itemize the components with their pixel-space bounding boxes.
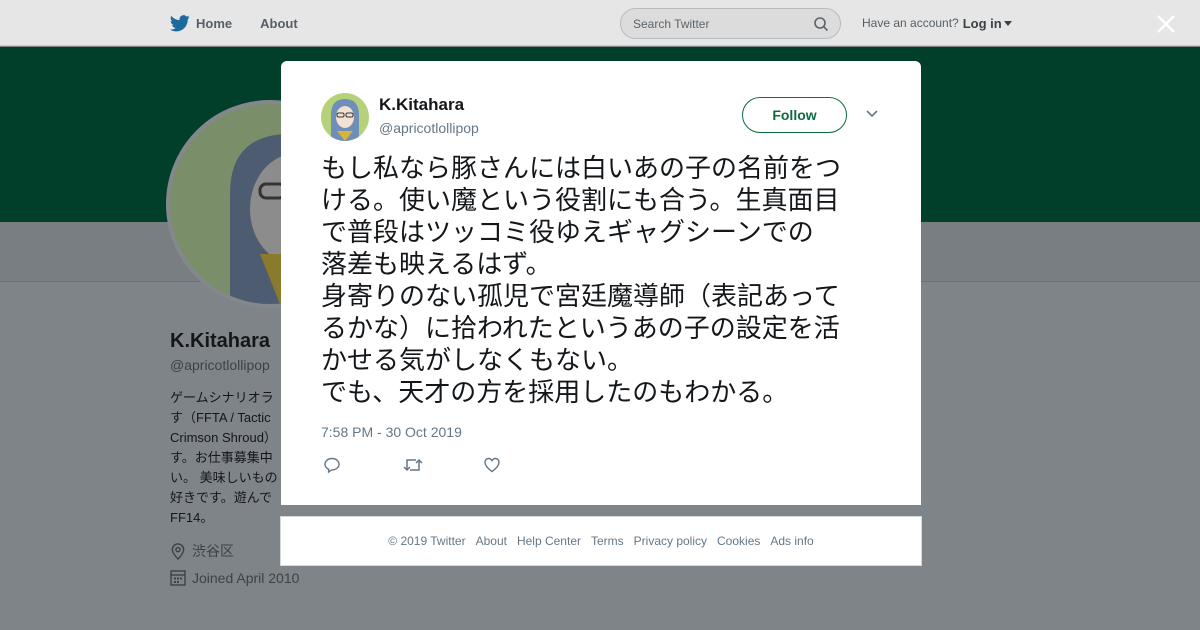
chevron-down-icon[interactable] (865, 109, 879, 119)
tweet-text-line: かせる気がしなくもない。 (321, 346, 634, 376)
have-account-text: Have an account? (862, 16, 959, 30)
search-icon[interactable] (813, 16, 829, 32)
tweet-text-line: るかな）に拾われたというあの子の設定を活 (321, 314, 840, 344)
modal-footer: © 2019 Twitter About Help Center Terms P… (280, 516, 922, 566)
bio-line: す（FFTA / Tactic (170, 410, 271, 425)
bio-line: 好きです。遊んで (170, 490, 273, 505)
footer-link-ads-info[interactable]: Ads info (770, 534, 813, 548)
bio-line: Crimson Shroud） (170, 430, 277, 445)
profile-handle[interactable]: @apricotlollipop (170, 357, 270, 373)
follow-button[interactable]: Follow (742, 97, 847, 133)
calendar-icon (170, 570, 186, 586)
tweet-text-line: ける。使い魔という役割にも合う。生真面目 (321, 186, 840, 216)
tweet-text-line: 身寄りのない孤児で宮廷魔導師（表記あって (321, 282, 840, 312)
bio-line: い。 美味しいもの (170, 470, 278, 485)
location-text: 渋谷区 (192, 543, 234, 559)
footer-copyright: © 2019 Twitter (388, 534, 466, 548)
tweet-timestamp[interactable]: 7:58 PM - 30 Oct 2019 (321, 424, 462, 440)
twitter-bird-icon (170, 14, 190, 31)
footer-link-privacy[interactable]: Privacy policy (634, 534, 707, 548)
location-pin-icon (171, 542, 185, 560)
tweet-text-line: で普段はツッコミ役ゆえギャグシーンでの (321, 218, 814, 248)
bio-line: FF14。 (170, 510, 214, 525)
tweet-actions (323, 456, 563, 476)
bio-line: ゲームシナリオラ (170, 390, 274, 405)
footer-link-cookies[interactable]: Cookies (717, 534, 760, 548)
tweet-text-line: もし私なら豚さんには白いあの子の名前をつ (321, 154, 842, 184)
close-icon[interactable] (1156, 14, 1176, 34)
tweet-author-name[interactable]: K.Kitahara (379, 95, 464, 115)
tweet-author-handle[interactable]: @apricotlollipop (379, 120, 479, 136)
like-button[interactable] (483, 456, 563, 476)
joined-text: Joined April 2010 (192, 569, 300, 586)
nav-about[interactable]: About (260, 16, 298, 31)
nav-home[interactable]: Home (170, 14, 233, 32)
top-navigation-bar: Home About Search Twitter Have an accoun… (0, 0, 1200, 46)
heart-icon (484, 457, 500, 473)
retweet-icon (403, 458, 423, 472)
search-input[interactable]: Search Twitter (620, 8, 841, 39)
nav-left: Home About (170, 0, 326, 46)
profile-name[interactable]: K.Kitahara (170, 330, 270, 353)
tweet-author-avatar[interactable] (321, 93, 369, 141)
reply-icon (324, 457, 340, 474)
footer-link-about[interactable]: About (476, 534, 507, 548)
profile-location: 渋谷区 (170, 541, 234, 561)
about-label: About (260, 15, 298, 31)
tweet-text-line: でも、天才の方を採用したのもわかる。 (321, 378, 789, 408)
retweet-button[interactable] (403, 456, 483, 476)
reply-button[interactable] (323, 456, 403, 476)
login-link[interactable]: Log in (963, 16, 1002, 31)
profile-joined: Joined April 2010 (170, 569, 299, 586)
tweet-modal: K.Kitahara @apricotlollipop Follow もし私なら… (281, 61, 921, 505)
home-label: Home (196, 15, 233, 31)
tweet-text-line: 落差も映えるはず。 (321, 250, 552, 280)
footer-link-terms[interactable]: Terms (591, 534, 624, 548)
profile-bio: ゲームシナリオラ す（FFTA / Tactic Crimson Shroud）… (170, 388, 282, 528)
footer-link-help-center[interactable]: Help Center (517, 534, 581, 548)
chevron-down-icon[interactable] (1003, 20, 1012, 26)
search-placeholder: Search Twitter (633, 16, 710, 31)
bio-line: す。お仕事募集中 (170, 450, 273, 465)
account-area: Have an account? Log in (862, 0, 1012, 46)
tweet-text: もし私なら豚さんには白いあの子の名前をつ ける。使い魔という役割にも合う。生真面… (321, 153, 891, 409)
author-avatar-image (321, 93, 369, 141)
